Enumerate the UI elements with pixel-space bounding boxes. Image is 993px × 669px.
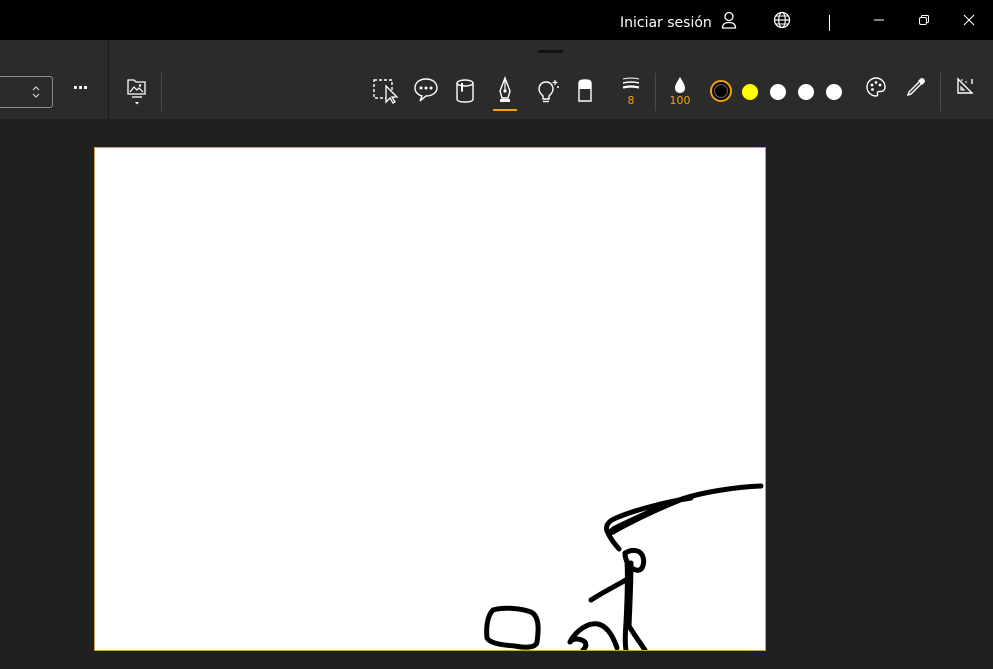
ruler-button[interactable] (947, 76, 983, 116)
titlebar-divider (829, 15, 830, 31)
droplet-icon (675, 77, 685, 93)
drawing-toolbar: ··· 8 100 (0, 40, 993, 119)
eyedropper-icon (906, 78, 925, 97)
chevron-updown-icon (32, 86, 40, 98)
insert-image-button[interactable] (119, 76, 155, 116)
color-swatch-white-1[interactable] (770, 84, 786, 100)
close-button[interactable] (954, 0, 984, 40)
opacity-value: 100 (669, 94, 691, 107)
eraser-tool[interactable] (567, 76, 603, 116)
ink-stroke (567, 636, 589, 650)
comment-icon (414, 78, 438, 102)
lasso-select-tool[interactable] (369, 76, 405, 116)
comment-tool[interactable] (408, 76, 444, 116)
ruler-icon (957, 77, 974, 94)
stroke-size-icon (622, 77, 640, 89)
eraser-icon (578, 79, 592, 102)
drawing-canvas[interactable] (94, 147, 766, 651)
toolbar-grip-handle[interactable] (538, 50, 563, 53)
ink-strokes (484, 483, 764, 650)
ink-stroke (626, 560, 634, 629)
close-icon (963, 14, 975, 26)
highlighter-tool[interactable] (528, 76, 564, 116)
stroke-size-value: 8 (627, 94, 635, 107)
toolbar-divider (161, 73, 162, 111)
color-swatch-yellow[interactable] (742, 84, 758, 100)
bucket-icon (456, 79, 474, 103)
pen-icon (499, 76, 511, 102)
restore-icon (919, 15, 929, 25)
color-palette-button[interactable] (858, 76, 894, 116)
bucket-tool[interactable] (447, 76, 483, 116)
ink-stroke (626, 623, 648, 650)
lightbulb-icon (538, 80, 559, 103)
active-tool-indicator (493, 109, 517, 111)
globe-icon (773, 11, 791, 29)
minimize-button[interactable] (864, 0, 894, 40)
ink-stroke (567, 621, 620, 650)
toolbar-divider (108, 40, 109, 119)
more-options-button[interactable]: ··· (68, 78, 92, 102)
ink-stroke (588, 577, 629, 603)
color-swatch-white-2[interactable] (798, 84, 814, 100)
lasso-select-icon (373, 79, 399, 104)
eyedropper-button[interactable] (898, 76, 934, 116)
zoom-dropdown[interactable] (0, 76, 53, 108)
image-folder-icon (127, 79, 146, 105)
toolbar-divider (940, 73, 941, 111)
color-swatch-white-3[interactable] (826, 84, 842, 100)
minimize-icon (874, 19, 884, 21)
ink-stroke (622, 558, 630, 650)
ink-stroke (484, 605, 541, 650)
restore-button[interactable] (909, 0, 939, 40)
color-swatch-black[interactable] (710, 80, 732, 102)
title-bar: Iniciar sesión (0, 0, 993, 40)
user-button[interactable] (716, 0, 742, 40)
toolbar-divider (655, 73, 656, 111)
user-icon (721, 11, 737, 29)
sign-in-link[interactable]: Iniciar sesión (620, 0, 712, 40)
language-button[interactable] (769, 0, 795, 40)
palette-icon (866, 77, 886, 97)
